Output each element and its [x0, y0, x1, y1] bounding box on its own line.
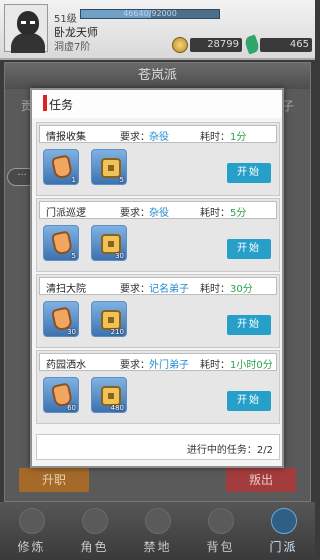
coin-counter: 28799: [190, 38, 242, 52]
requirement-value: 杂役: [149, 132, 169, 143]
bag-icon: [208, 508, 234, 534]
duration-label: 耗时：: [200, 132, 230, 143]
task-dialog: 任务 情报收集 要求： 杂役 耗时： 1分 1 5 开始 门派巡逻 要求： 杂役…: [30, 88, 284, 468]
sect-icon: [271, 508, 297, 534]
title-marker: [43, 95, 47, 111]
nav-label: 禁地: [143, 540, 172, 554]
reward-count: 5: [71, 252, 76, 260]
task-list[interactable]: 情报收集 要求： 杂役 耗时： 1分 1 5 开始 门派巡逻 要求： 杂役 耗时…: [36, 122, 280, 427]
token-icon[interactable]: 30: [43, 301, 79, 337]
reward-count: 210: [110, 328, 124, 336]
start-task-button[interactable]: 开始: [227, 391, 271, 411]
nav-cultivate[interactable]: 修炼: [0, 502, 63, 560]
task-header: 清扫大院 要求： 记名弟子 耗时： 30分: [39, 277, 277, 295]
duration-label: 耗时：: [200, 284, 230, 295]
start-task-button[interactable]: 开始: [227, 315, 271, 335]
task-name: 情报收集: [46, 132, 86, 143]
coin-icon[interactable]: 210: [91, 301, 127, 337]
duration-label: 耗时：: [200, 208, 230, 219]
coin-icon[interactable]: 5: [91, 149, 127, 185]
requirement-value: 记名弟子: [149, 284, 189, 295]
yin-yang-icon: [19, 508, 45, 534]
task-header: 情报收集 要求： 杂役 耗时： 1分: [39, 125, 277, 143]
requirement-value: 杂役: [149, 208, 169, 219]
nav-label: 修炼: [17, 540, 46, 554]
task-row: 清扫大院 要求： 记名弟子 耗时： 30分 30 210 开始: [36, 274, 280, 348]
requirement-label: 要求：: [120, 132, 150, 143]
coin-value: 28799: [207, 39, 239, 50]
dialog-title: 任务: [49, 98, 74, 112]
avatar[interactable]: [4, 4, 48, 53]
exp-bar: 46640/92000: [80, 9, 220, 19]
nav-label: 门派: [269, 540, 298, 554]
status-bar: 51级 46640/92000 卧龙天师 洞虚7阶 28799 465: [0, 0, 315, 60]
reward-count: 1: [71, 176, 76, 184]
task-header: 药园洒水 要求： 外门弟子 耗时： 1小时0分: [39, 353, 277, 371]
duration-value: 5分: [230, 208, 247, 219]
player-level: 51级: [54, 14, 77, 25]
mountain-icon: [145, 508, 171, 534]
task-name: 药园洒水: [46, 360, 86, 371]
character-icon: [82, 508, 108, 534]
token-icon[interactable]: 1: [43, 149, 79, 185]
coin-icon[interactable]: 480: [91, 377, 127, 413]
requirement-label: 要求：: [120, 360, 150, 371]
jade-counter: 465: [260, 38, 312, 52]
duration-value: 1小时0分: [230, 360, 273, 371]
jade-icon: [243, 34, 261, 55]
task-row: 药园洒水 要求： 外门弟子 耗时： 1小时0分 60 480 开始: [36, 350, 280, 424]
start-task-button[interactable]: 开始: [227, 239, 271, 259]
token-icon[interactable]: 60: [43, 377, 79, 413]
dialog-header: 任务: [32, 90, 282, 118]
task-header: 门派巡逻 要求： 杂役 耗时： 5分: [39, 201, 277, 219]
token-icon[interactable]: 5: [43, 225, 79, 261]
jade-value: 465: [289, 39, 309, 50]
nav-forbidden-land[interactable]: 禁地: [126, 502, 189, 560]
nav-label: 角色: [80, 540, 109, 554]
duration-value: 30分: [230, 284, 253, 295]
task-progress: 进行中的任务：2/2: [36, 434, 280, 460]
task-progress-text: 进行中的任务：2/2: [186, 445, 273, 456]
reward-count: 30: [115, 252, 124, 260]
nav-sect[interactable]: 门派: [252, 502, 315, 560]
reward-count: 480: [110, 404, 124, 412]
coin-icon: [172, 37, 188, 53]
bottom-nav: 修炼 角色 禁地 背包 门派: [0, 502, 315, 560]
player-realm: 洞虚7阶: [54, 42, 91, 53]
nav-backpack[interactable]: 背包: [189, 502, 252, 560]
coin-icon[interactable]: 30: [91, 225, 127, 261]
reward-count: 60: [67, 404, 76, 412]
defect-button[interactable]: 叛出: [226, 468, 296, 492]
requirement-label: 要求：: [120, 208, 150, 219]
promote-button[interactable]: 升职: [19, 468, 89, 492]
nav-character[interactable]: 角色: [63, 502, 126, 560]
exp-text: 46640/92000: [123, 9, 177, 18]
requirement-label: 要求：: [120, 284, 150, 295]
task-name: 门派巡逻: [46, 208, 86, 219]
reward-count: 5: [119, 176, 124, 184]
requirement-value: 外门弟子: [149, 360, 189, 371]
start-task-button[interactable]: 开始: [227, 163, 271, 183]
duration-label: 耗时：: [200, 360, 230, 371]
nav-label: 背包: [206, 540, 235, 554]
sect-name: 苍岚派: [5, 63, 310, 89]
task-row: 门派巡逻 要求： 杂役 耗时： 5分 5 30 开始: [36, 198, 280, 272]
task-name: 清扫大院: [46, 284, 86, 295]
duration-value: 1分: [230, 132, 247, 143]
task-row: 情报收集 要求： 杂役 耗时： 1分 1 5 开始: [36, 122, 280, 196]
reward-count: 30: [67, 328, 76, 336]
